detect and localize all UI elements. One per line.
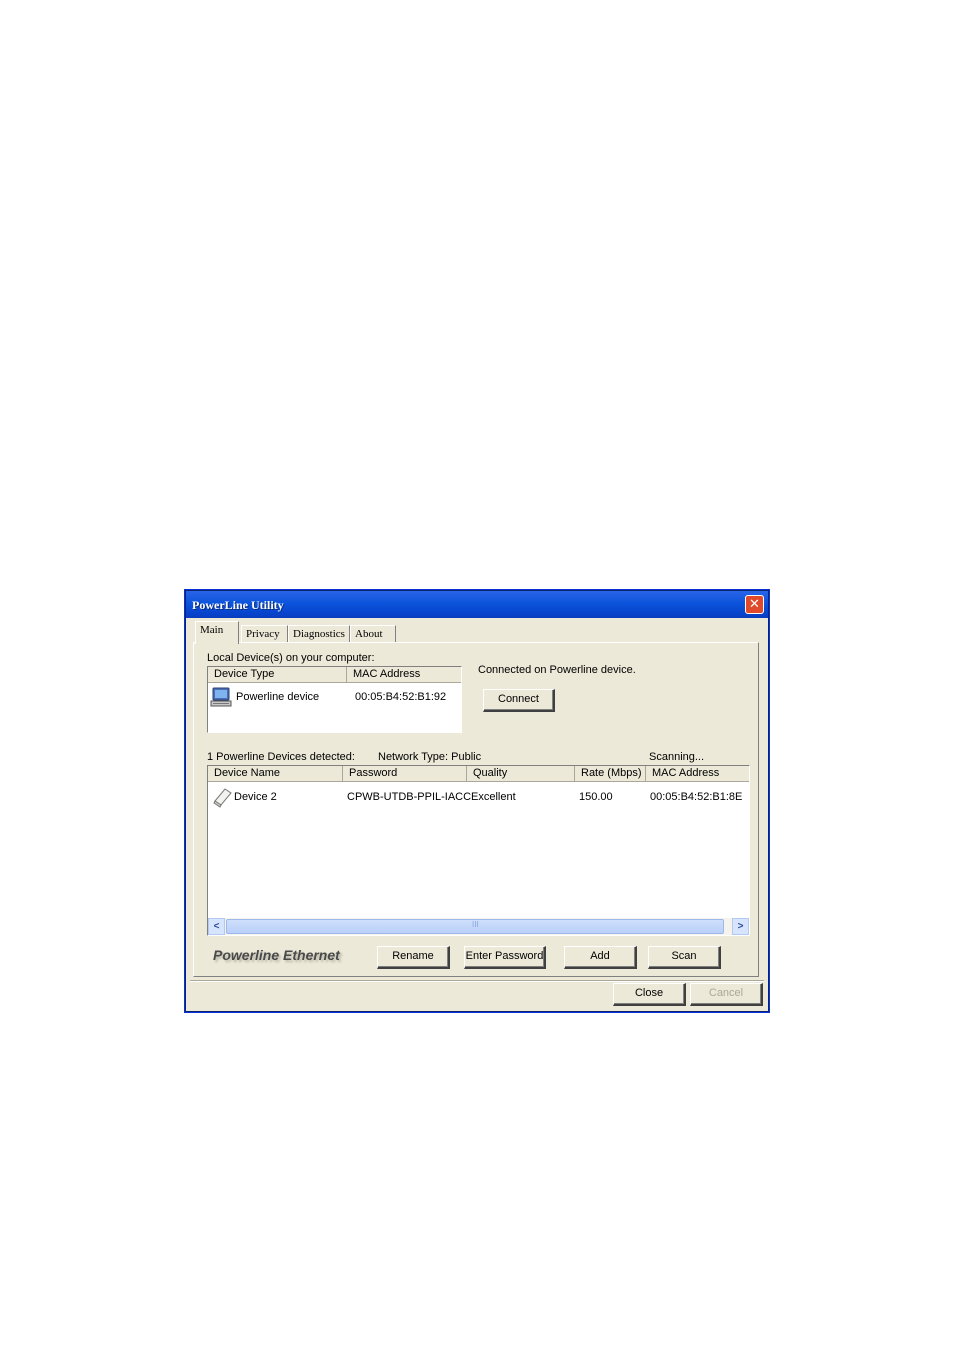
tab-about[interactable]: About: [350, 625, 396, 643]
connect-button[interactable]: Connect: [483, 689, 555, 712]
scroll-left-button[interactable]: <: [208, 918, 225, 935]
network-type-label: Network Type: Public: [378, 751, 482, 763]
grip-icon: III: [472, 920, 479, 929]
powerline-ethernet-logo: Powerline Ethernet: [213, 947, 340, 963]
scroll-right-button[interactable]: >: [732, 918, 749, 935]
password-cell: CPWB-UTDB-PPIL-IACC: [347, 791, 472, 803]
local-devices-heading: Local Device(s) on your computer:: [207, 652, 375, 664]
horizontal-scrollbar[interactable]: < III >: [208, 918, 749, 935]
cancel-button[interactable]: Cancel: [690, 983, 763, 1006]
tab-diagnostics[interactable]: Diagnostics: [288, 625, 350, 643]
scanning-status: Scanning...: [649, 751, 705, 763]
rename-button[interactable]: Rename: [377, 946, 450, 969]
column-mac-address[interactable]: MAC Address: [646, 766, 749, 782]
tab-main[interactable]: Main: [195, 621, 239, 644]
column-device-name[interactable]: Device Name: [208, 766, 343, 782]
quality-cell: Excellent: [471, 791, 516, 803]
close-window-button[interactable]: ✕: [745, 595, 764, 614]
device-name-cell: Device 2: [234, 791, 277, 803]
scroll-thumb[interactable]: III: [226, 919, 724, 934]
powerline-utility-window: PowerLine Utility ✕ Main Privacy Diagnos…: [184, 589, 770, 1013]
list-item[interactable]: Powerline device 00:05:B4:52:B1:92: [210, 687, 460, 709]
device-type-cell: Powerline device: [236, 691, 320, 703]
close-button[interactable]: Close: [613, 983, 686, 1006]
tab-privacy[interactable]: Privacy: [241, 625, 288, 643]
scan-button[interactable]: Scan: [648, 946, 721, 969]
column-password[interactable]: Password: [343, 766, 467, 782]
footer-divider: [190, 980, 764, 982]
rate-cell: 150.00: [579, 791, 613, 803]
window-title: PowerLine Utility: [192, 598, 284, 612]
enter-password-button[interactable]: Enter Password: [464, 946, 546, 969]
add-button[interactable]: Add: [564, 946, 637, 969]
column-quality[interactable]: Quality: [467, 766, 575, 782]
column-device-type[interactable]: Device Type: [208, 667, 347, 683]
devices-detected-label: 1 Powerline Devices detected:: [207, 751, 355, 763]
local-devices-list[interactable]: Device Type MAC Address Powerline device…: [207, 666, 462, 733]
column-mac-address[interactable]: MAC Address: [347, 667, 461, 683]
connection-status: Connected on Powerline device.: [478, 664, 636, 676]
powerline-adapter-icon: [212, 786, 234, 811]
remote-devices-list[interactable]: Device Name Password Quality Rate (Mbps)…: [207, 765, 750, 936]
mac-address-cell: 00:05:B4:52:B1:92: [355, 691, 447, 703]
mac-address-cell: 00:05:B4:52:B1:8E: [650, 791, 743, 803]
computer-icon: [210, 687, 232, 712]
main-tab-panel: Local Device(s) on your computer: Device…: [193, 642, 759, 977]
column-rate[interactable]: Rate (Mbps): [575, 766, 646, 782]
title-bar[interactable]: PowerLine Utility ✕: [186, 591, 768, 618]
table-row[interactable]: Device 2 CPWB-UTDB-PPIL-IACC Excellent 1…: [210, 786, 748, 810]
